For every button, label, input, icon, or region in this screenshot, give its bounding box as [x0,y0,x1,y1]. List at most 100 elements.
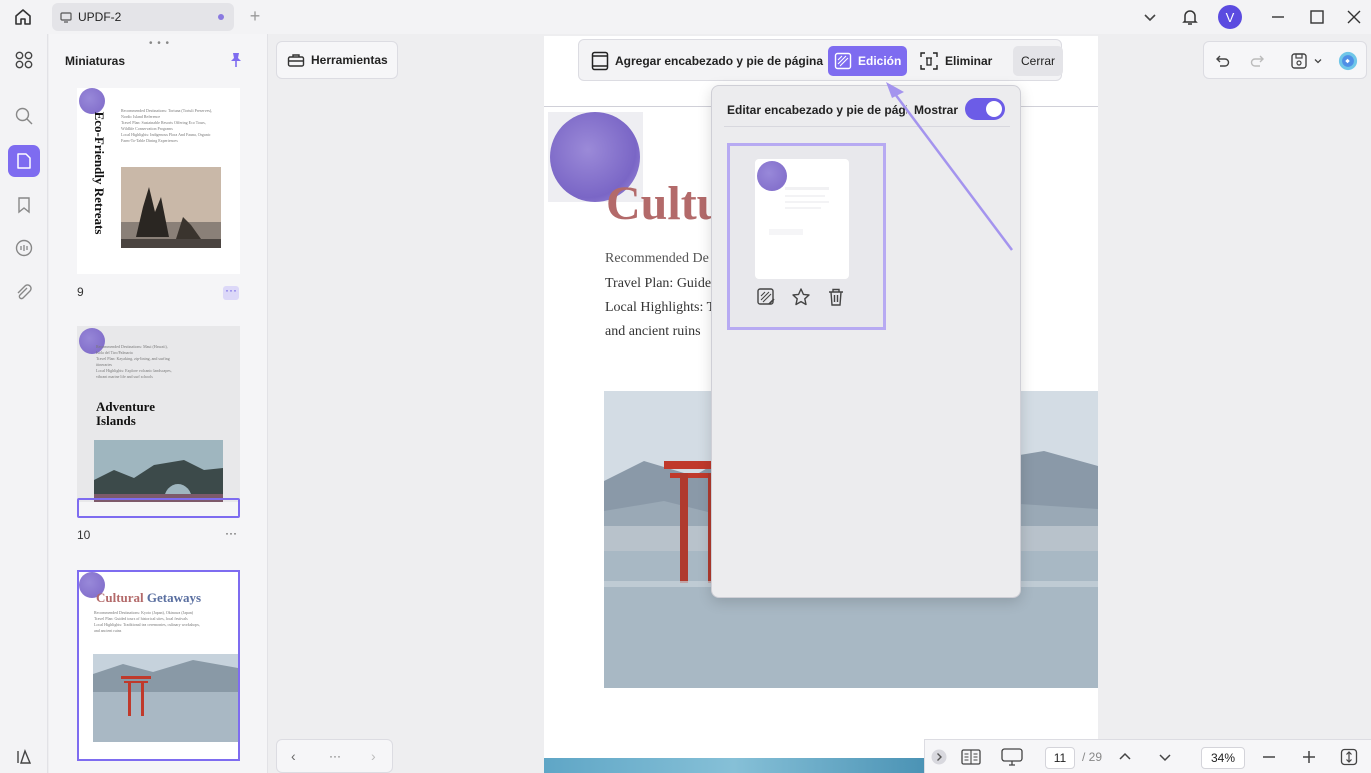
bottom-toolbar: 11 / 29 34% [924,739,1371,773]
page-10-drop-indicator [77,498,240,518]
page-nav-left: ‹ ··· › [276,739,393,773]
pin-panel-button[interactable] [229,52,243,71]
grid-icon [15,51,33,69]
header-footer-template[interactable] [727,143,886,330]
delete-label: Eliminar [945,54,993,68]
thumbnail-page-11[interactable]: Cultural Getaways Recommended Destinatio… [77,570,240,761]
thumb-10-title-line: Adventure [96,399,155,414]
monitor-icon [1001,748,1023,766]
thumb-9-photo [121,167,221,248]
pin-icon [231,53,241,67]
thumbnail-more-button[interactable]: ··· [223,284,239,300]
left-rail [0,34,48,773]
trash-icon [829,288,843,306]
document-tab-icon [60,12,72,23]
comment-icon [15,239,33,257]
document-tab[interactable]: UPDF-2 [52,3,234,31]
add-header-footer-label: Agregar encabezado y pie de página [615,54,824,68]
thumbnails-title: Miniaturas [65,54,126,68]
zoom-out-button[interactable] [1259,747,1279,767]
ai-assistant-button[interactable] [1338,51,1358,71]
presentation-button[interactable] [1001,747,1023,767]
next-page-down-button[interactable] [1155,747,1175,767]
chevron-down-icon [1314,59,1322,64]
star-icon [792,288,810,306]
thumbnail-more-button[interactable]: ··· [223,527,239,543]
template-edit-button[interactable] [755,286,777,308]
header-footer-icon [591,51,609,71]
notifications-button[interactable] [1180,4,1200,30]
rail-bookmarks-button[interactable] [8,189,40,221]
add-header-footer-button[interactable]: Agregar encabezado y pie de página [585,46,829,76]
page-layout-button[interactable] [961,747,981,767]
tools-button[interactable]: Herramientas [276,41,398,79]
minimize-button[interactable] [1268,4,1288,30]
paperclip-icon [17,284,32,300]
redo-button[interactable] [1248,51,1268,71]
rail-attachments-button[interactable] [8,277,40,309]
save-options-dropdown[interactable] [1312,51,1324,71]
thumb-10-title: Adventure Islands [96,400,155,428]
save-button[interactable] [1289,51,1309,71]
tabs-dropdown-button[interactable] [1140,4,1160,30]
thumb-10-title-line: Islands [96,413,136,428]
thumbnails-panel: • • • Miniaturas Eco-Friendly Retreats R… [49,34,268,773]
template-faint-lines [769,187,829,235]
edit-pattern-icon [834,52,852,70]
thumb-9-line: Farm-To-Table Dining Experiences [121,138,178,143]
rail-search-button[interactable] [8,100,40,132]
thumb-10-photo [94,440,223,502]
template-favorite-button[interactable] [790,286,812,308]
right-toolbar [1203,41,1367,79]
chevron-right-circle-icon [931,749,947,765]
maximize-button[interactable] [1307,4,1327,30]
redo-icon [1250,55,1264,67]
panel-grip[interactable]: • • • [149,38,170,49]
maximize-icon [1310,10,1324,24]
thumbnail-page-number: 9 [77,285,84,299]
nav-more-button[interactable]: ··· [329,749,341,763]
delete-frame-icon [920,52,938,70]
rail-thumbnails-button[interactable] [8,145,40,177]
previous-page-button[interactable] [1115,747,1135,767]
ai-assistant-icon [1338,51,1358,71]
chevron-up-icon [1119,752,1131,760]
zoom-level-input[interactable]: 34% [1201,747,1245,769]
prev-page-button[interactable]: ‹ [291,748,296,764]
rail-comments-button[interactable] [8,232,40,264]
user-avatar-button[interactable]: V [1218,4,1242,30]
delete-header-footer-button[interactable]: Eliminar [913,46,998,76]
rail-organize-button[interactable] [8,44,40,76]
home-button[interactable] [10,5,36,29]
document-tab-title: UPDF-2 [78,10,122,24]
title-bar: UPDF-2 + V [0,0,1371,34]
close-header-footer-button[interactable]: Cerrar [1013,46,1064,76]
collapse-toolbar-button[interactable] [931,747,947,767]
edit-header-footer-button[interactable]: Edición [828,46,908,76]
minimize-icon [1272,16,1284,18]
current-page-input[interactable]: 11 [1045,747,1075,769]
thumb-9-title: Eco-Friendly Retreats [92,111,107,235]
document-line: Travel Plan: Guide [605,276,712,291]
thumb-11-title-a: Cultural [96,590,144,605]
template-delete-button[interactable] [825,286,847,308]
layers-icon [17,749,32,764]
undo-icon [1216,55,1230,67]
new-tab-button[interactable]: + [246,6,264,27]
toolbox-icon [287,54,305,67]
rail-layers-button[interactable] [8,741,40,773]
edit-label: Edición [858,54,902,68]
document-title: Cultu [606,177,724,230]
zoom-in-button[interactable] [1299,747,1319,767]
thumb-11-line: and ancient ruins [94,628,122,633]
page-icon [17,153,31,169]
save-icon [1291,53,1307,69]
thumb-10-text: Recommended Destinations: Maui (Hawaii),… [96,344,236,380]
total-pages: / 29 [1081,750,1102,764]
undo-button[interactable] [1212,51,1232,71]
thumbnail-page-9[interactable]: Eco-Friendly Retreats Recommended Destin… [77,88,240,274]
thumbnail-page-10[interactable]: Recommended Destinations: Maui (Hawaii),… [77,326,240,502]
fit-page-button[interactable] [1339,747,1359,767]
close-window-button[interactable] [1344,4,1364,30]
next-page-button[interactable]: › [371,748,376,764]
